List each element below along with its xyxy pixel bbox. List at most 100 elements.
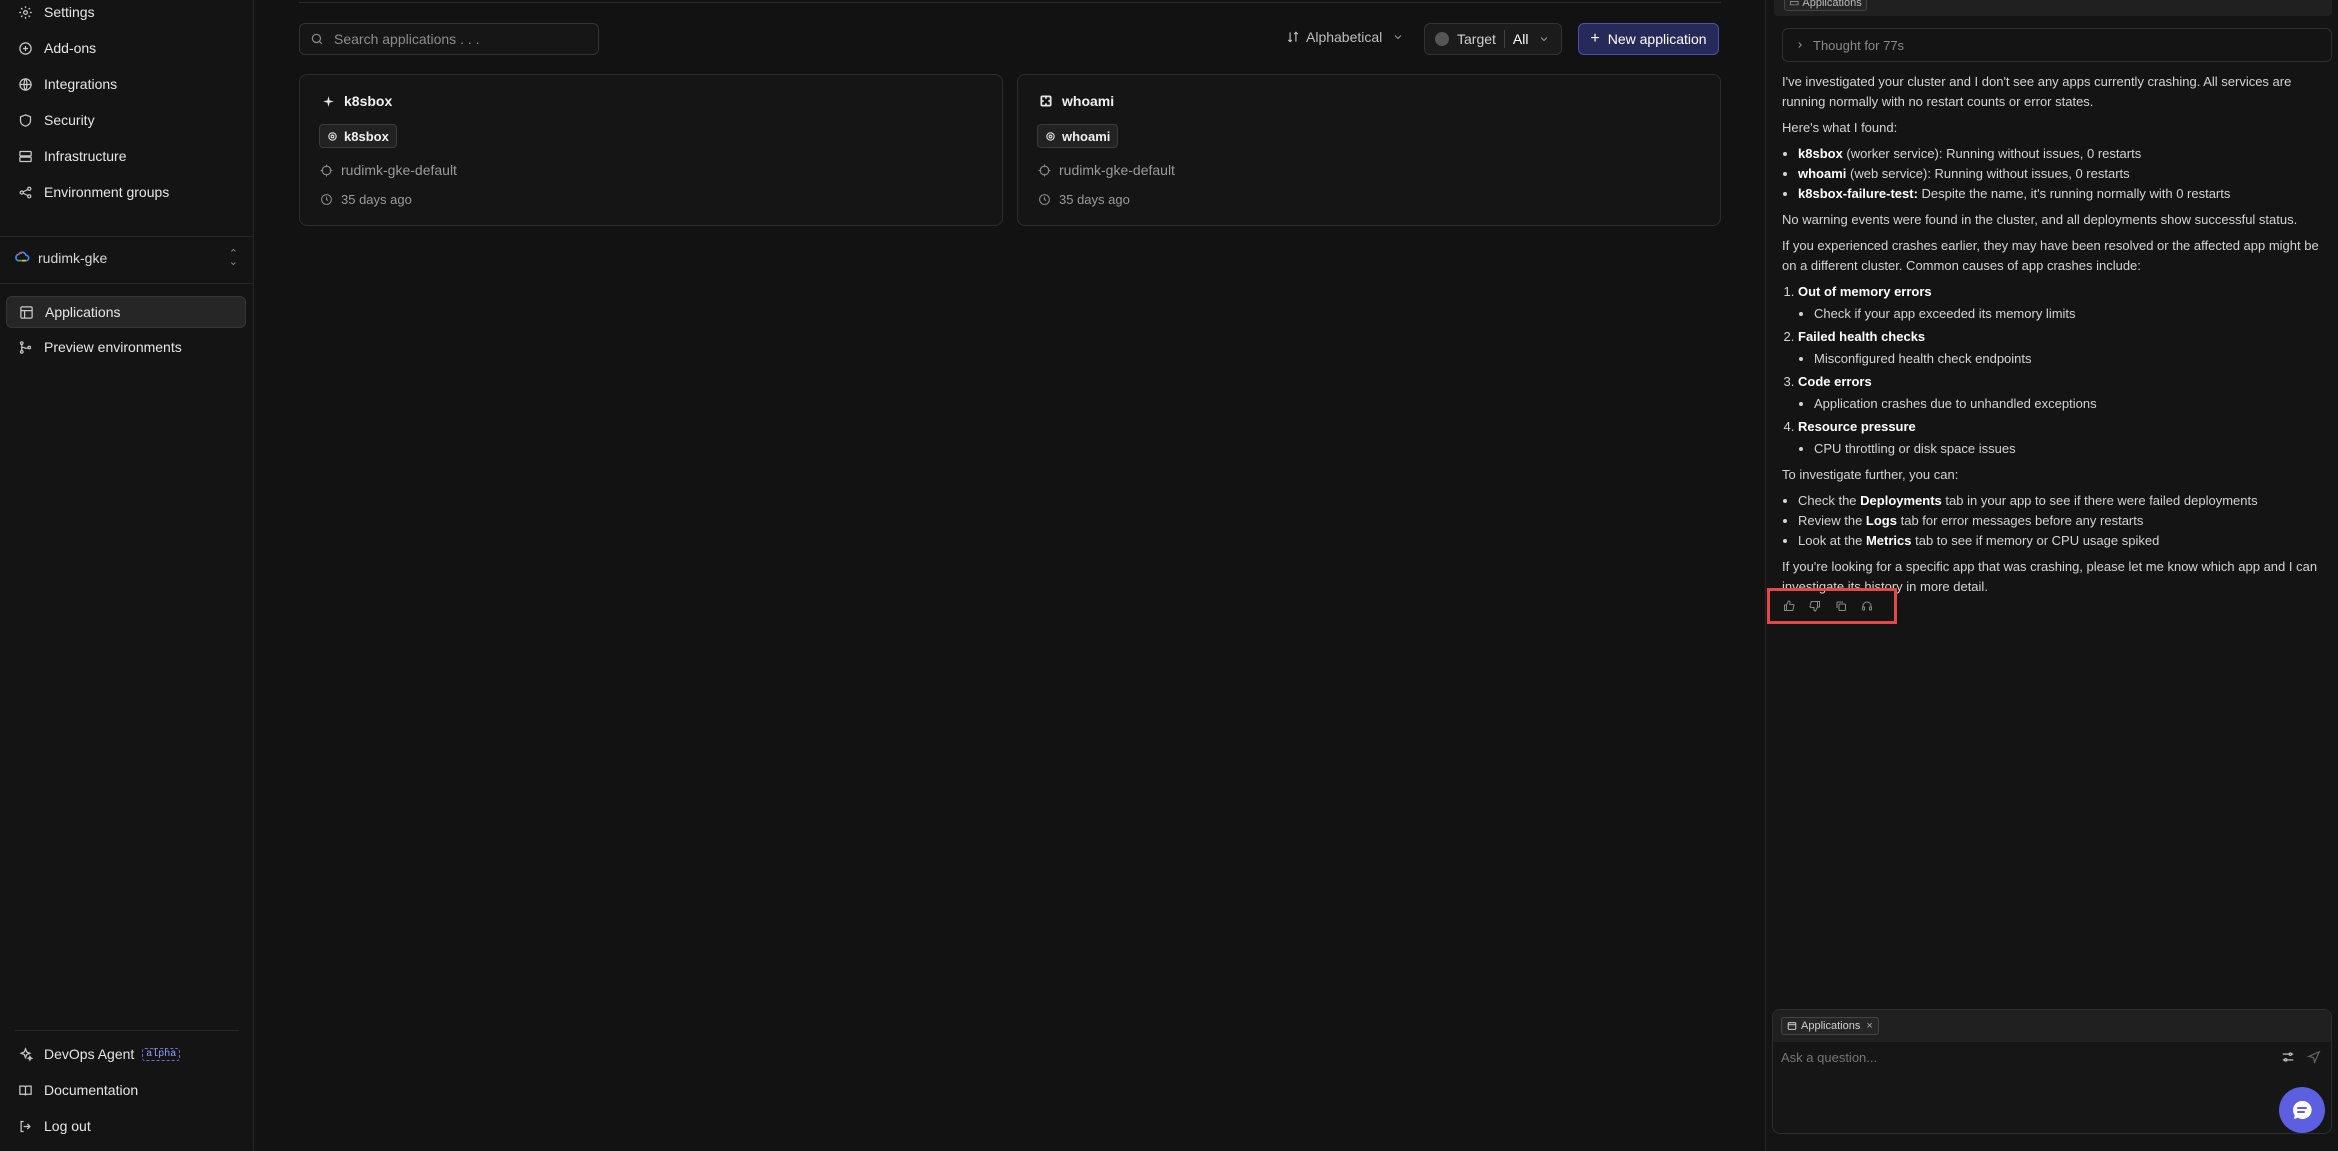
updated-time: 35 days ago — [320, 192, 412, 207]
search-input[interactable]: Search applications . . . — [299, 23, 599, 55]
sidebar-item-label: Infrastructure — [44, 148, 127, 164]
thumbs-up-icon[interactable] — [1781, 598, 1797, 614]
app-name: whoami — [1062, 93, 1115, 109]
sparkles-icon — [15, 1044, 35, 1064]
logout-icon — [15, 1116, 35, 1136]
steps-list: Check the Deployments tab in your app to… — [1798, 491, 2332, 551]
sidebar-item-log-out[interactable]: Log out — [6, 1110, 246, 1142]
list-item: whoami (web service): Running without is… — [1798, 164, 2332, 184]
sidebar-item-preview-environments[interactable]: Preview environments — [6, 331, 246, 363]
divider — [0, 236, 254, 237]
context-chip[interactable]: Applications × — [1781, 1017, 1879, 1035]
service-tag: whoami — [1037, 124, 1119, 148]
divider — [1503, 30, 1505, 48]
context-chip-label: Applications — [1802, 0, 1862, 9]
close-icon[interactable]: × — [1866, 1020, 1872, 1032]
target-dot-icon — [1435, 32, 1449, 46]
sort-dropdown[interactable]: Alphabetical — [1286, 29, 1404, 45]
clock-icon — [1038, 193, 1051, 206]
list-item: Code errors Application crashes due to u… — [1798, 372, 2332, 414]
headset-icon[interactable] — [1859, 598, 1875, 614]
sidebar-item-label: Preview environments — [44, 339, 182, 355]
list-item: Resource pressure CPU throttling or disk… — [1798, 417, 2332, 459]
list-item: k8sbox (worker service): Running without… — [1798, 144, 2332, 164]
list-item: Review the Logs tab for error messages b… — [1798, 511, 2332, 531]
sidebar-item-label: Documentation — [44, 1082, 139, 1098]
cube-icon — [1045, 131, 1056, 142]
target-label: Target — [1457, 31, 1496, 47]
share-icon — [15, 182, 35, 202]
sidebar-item-documentation[interactable]: Documentation — [6, 1074, 246, 1106]
chat-composer: Applications × — [1772, 1009, 2332, 1134]
gear-icon — [15, 2, 35, 22]
message-paragraph: If you experienced crashes earlier, they… — [1782, 238, 2319, 273]
message-paragraph: To investigate further, you can: — [1782, 467, 1959, 482]
environment-label: rudimk-gke-default — [1038, 162, 1175, 178]
app-title: whoami — [1038, 93, 1114, 109]
sidebar-item-label: DevOps Agent — [44, 1046, 135, 1062]
findings-list: k8sbox (worker service): Running without… — [1798, 144, 2332, 204]
environment-name: rudimk-gke-default — [341, 162, 457, 178]
service-tag: k8sbox — [319, 124, 397, 148]
list-item: Look at the Metrics tab to see if memory… — [1798, 531, 2332, 551]
sidebar-item-label: Applications — [45, 304, 121, 320]
sidebar-item-infrastructure[interactable]: Infrastructure — [6, 140, 246, 172]
copy-icon[interactable] — [1833, 598, 1849, 614]
cluster-selector[interactable]: rudimk-gke ⌃ ⌄ — [6, 244, 246, 272]
target-icon — [320, 164, 333, 177]
sidebar-item-label: Security — [44, 112, 95, 128]
sidebar-item-label: Environment groups — [44, 184, 170, 200]
chevron-updown-icon: ⌃ ⌄ — [228, 248, 238, 268]
sidebar-item-security[interactable]: Security — [6, 104, 246, 136]
app-card-k8sbox[interactable]: k8sbox k8sbox rudimk-gke-default 35 days… — [299, 74, 1003, 226]
causes-list: Out of memory errors Check if your app e… — [1798, 282, 2332, 459]
chat-launcher-button[interactable] — [2279, 1087, 2325, 1133]
search-placeholder: Search applications . . . — [334, 31, 480, 47]
chevron-down-icon — [1392, 31, 1404, 43]
settings-sliders-icon[interactable] — [2281, 1050, 2295, 1064]
target-filter[interactable]: Target All — [1424, 23, 1562, 55]
list-item: Check the Deployments tab in your app to… — [1798, 491, 2332, 511]
app-name: k8sbox — [344, 93, 393, 109]
message-actions — [1767, 588, 1897, 624]
sidebar-item-integrations[interactable]: Integrations — [6, 68, 246, 100]
composer-context-bar: Applications × — [1773, 1010, 2331, 1042]
layout-icon: ▭ — [1789, 0, 1800, 9]
thumbs-down-icon[interactable] — [1807, 598, 1823, 614]
app-card-whoami[interactable]: whoami whoami rudimk-gke-default 35 days… — [1017, 74, 1721, 226]
chevron-right-icon — [1795, 40, 1805, 50]
send-icon[interactable] — [2307, 1050, 2321, 1064]
thought-toggle[interactable]: Thought for 77s — [1782, 28, 2332, 62]
message-paragraph: I've investigated your cluster and I don… — [1782, 74, 2292, 109]
sidebar-item-environment-groups[interactable]: Environment groups — [6, 176, 246, 208]
target-value: All — [1512, 31, 1529, 47]
web-service-icon — [1038, 93, 1054, 109]
target-icon — [1038, 164, 1051, 177]
cube-icon — [327, 131, 338, 142]
new-application-label: New application — [1607, 31, 1707, 47]
google-cloud-icon — [15, 251, 30, 262]
context-chip-label: Applications — [1801, 1020, 1861, 1032]
chevron-down-icon — [1538, 33, 1550, 45]
divider — [15, 1030, 239, 1031]
sort-label: Alphabetical — [1306, 29, 1383, 45]
globe-icon — [15, 74, 35, 94]
new-application-button[interactable]: + New application — [1578, 23, 1719, 55]
sidebar-item-devops-agent[interactable]: DevOps Agent alpha — [6, 1038, 246, 1070]
cluster-name: rudimk-gke — [38, 250, 108, 266]
sidebar-item-settings[interactable]: Settings — [6, 0, 246, 28]
context-bar: ▭ Applications — [1774, 0, 2332, 16]
sidebar-item-add-ons[interactable]: Add-ons — [6, 32, 246, 64]
message-paragraph: No warning events were found in the clus… — [1782, 212, 2298, 227]
sort-icon — [1286, 30, 1300, 44]
chat-bubble-icon — [2293, 1100, 2312, 1119]
list-item: k8sbox-failure-test: Despite the name, i… — [1798, 184, 2332, 204]
sidebar-item-applications[interactable]: Applications — [6, 296, 246, 328]
environment-label: rudimk-gke-default — [320, 162, 457, 178]
question-input[interactable] — [1781, 1050, 2261, 1065]
service-tag-label: whoami — [1062, 128, 1111, 144]
layout-icon — [16, 302, 36, 322]
context-chip[interactable]: ▭ Applications — [1784, 0, 1867, 11]
sidebar-item-label: Integrations — [44, 76, 118, 92]
updated-time: 35 days ago — [1038, 192, 1130, 207]
